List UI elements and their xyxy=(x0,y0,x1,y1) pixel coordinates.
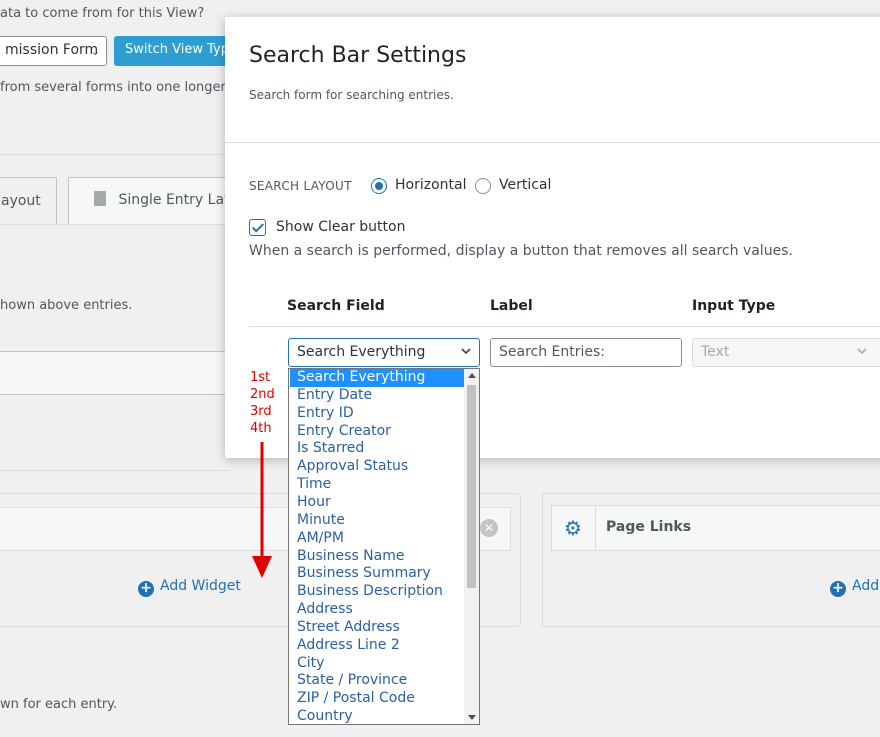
gear-icon: ⚙ xyxy=(564,516,582,540)
radio-horizontal[interactable] xyxy=(371,178,387,194)
modal-subtitle: Search form for searching entries. xyxy=(249,88,454,102)
option-item[interactable]: Entry ID xyxy=(290,405,464,423)
add-widget-label: Add xyxy=(852,578,880,594)
option-item[interactable]: Entry Date xyxy=(290,387,464,405)
shown-each-text: wn for each entry. xyxy=(0,697,118,712)
close-icon[interactable]: ✕ xyxy=(480,519,498,537)
column-search-field: Search Field xyxy=(287,298,385,314)
show-clear-checkbox[interactable] xyxy=(249,219,266,236)
option-item[interactable]: Country xyxy=(290,708,464,724)
add-widget-label: Add Widget xyxy=(160,578,241,594)
annotation-2nd: 2nd xyxy=(250,387,275,402)
scroll-down-icon[interactable] xyxy=(468,715,476,720)
option-item[interactable]: Search Everything xyxy=(290,369,464,387)
column-input-type: Input Type xyxy=(692,298,776,314)
table-divider xyxy=(249,326,880,327)
tab-single-entry-layout[interactable]: Single Entry Lay xyxy=(68,177,238,224)
widget-title-page-links: Page Links xyxy=(606,519,692,535)
show-clear-label[interactable]: Show Clear button xyxy=(276,219,405,235)
option-item[interactable]: Address xyxy=(290,601,464,619)
input-type-select[interactable]: Text xyxy=(692,338,880,367)
option-item[interactable]: AM/PM xyxy=(290,530,464,548)
option-item[interactable]: Approval Status xyxy=(290,458,464,476)
annotation-1st: 1st xyxy=(250,370,271,385)
input-type-value: Text xyxy=(701,344,730,360)
form-select-value: mission Form xyxy=(5,42,99,58)
widget-zone-right-header xyxy=(551,505,880,551)
label-input-value: Search Entries: xyxy=(499,344,606,360)
option-item[interactable]: Minute xyxy=(290,512,464,530)
scroll-up-icon[interactable] xyxy=(468,373,476,378)
tab-multiple-entries-layout[interactable]: ayout xyxy=(0,177,57,224)
option-item[interactable]: Street Address xyxy=(290,619,464,637)
radio-horizontal-label[interactable]: Horizontal xyxy=(395,177,466,193)
modal-title: Search Bar Settings xyxy=(249,43,467,68)
radio-vertical-label[interactable]: Vertical xyxy=(499,177,551,193)
divider xyxy=(0,470,230,471)
search-layout-label: SEARCH LAYOUT xyxy=(249,179,352,193)
chevron-down-icon: ⌄ xyxy=(90,45,100,58)
option-item[interactable]: State / Province xyxy=(290,672,464,690)
add-widget-button-left[interactable]: + Add Widget xyxy=(138,578,241,597)
chevron-down-icon xyxy=(461,348,471,355)
modal-divider xyxy=(225,142,880,143)
option-item[interactable]: Business Description xyxy=(290,583,464,601)
plus-icon: + xyxy=(138,581,154,597)
widget-settings[interactable]: ⚙ xyxy=(551,505,596,551)
option-item[interactable]: Address Line 2 xyxy=(290,637,464,655)
widget-area-header xyxy=(0,351,228,395)
multi-form-note: from several forms into one longer ent xyxy=(0,80,252,95)
search-field-value: Search Everything xyxy=(297,344,426,360)
tab-label: ayout xyxy=(1,193,41,209)
divider xyxy=(0,154,230,155)
add-widget-button-right[interactable]: + Add xyxy=(830,578,879,597)
plus-icon: + xyxy=(830,581,846,597)
search-field-select[interactable]: Search Everything xyxy=(288,338,480,367)
label-input[interactable]: Search Entries: xyxy=(490,338,682,367)
option-item[interactable]: City xyxy=(290,655,464,673)
form-select[interactable]: mission Form ⌄ xyxy=(0,36,107,66)
scroll-thumb[interactable] xyxy=(467,385,476,588)
annotation-down-arrow-icon xyxy=(252,442,272,578)
view-source-question: ata to come from for this View? xyxy=(0,6,205,21)
search-field-options-list[interactable]: Search Everything Entry Date Entry ID Entry… xyxy=(288,368,480,725)
option-item[interactable]: Time xyxy=(290,476,464,494)
show-clear-help: When a search is performed, display a bu… xyxy=(249,243,793,259)
tab-border xyxy=(0,224,230,225)
column-label: Label xyxy=(490,298,533,314)
radio-vertical[interactable] xyxy=(475,178,491,194)
option-item[interactable]: Business Name xyxy=(290,548,464,566)
scrollbar[interactable] xyxy=(464,369,479,724)
annotation-4th: 4th xyxy=(250,421,272,436)
option-item[interactable]: ZIP / Postal Code xyxy=(290,690,464,708)
option-item[interactable]: Entry Creator xyxy=(290,423,464,441)
option-item[interactable]: Business Summary xyxy=(290,565,464,583)
document-icon xyxy=(94,191,106,206)
option-item[interactable]: Is Starred xyxy=(290,440,464,458)
shown-above-text: hown above entries. xyxy=(0,298,133,313)
option-item[interactable]: Hour xyxy=(290,494,464,512)
tab-label: Single Entry Lay xyxy=(118,192,233,208)
annotation-3rd: 3rd xyxy=(250,404,272,419)
chevron-down-icon xyxy=(857,348,867,355)
